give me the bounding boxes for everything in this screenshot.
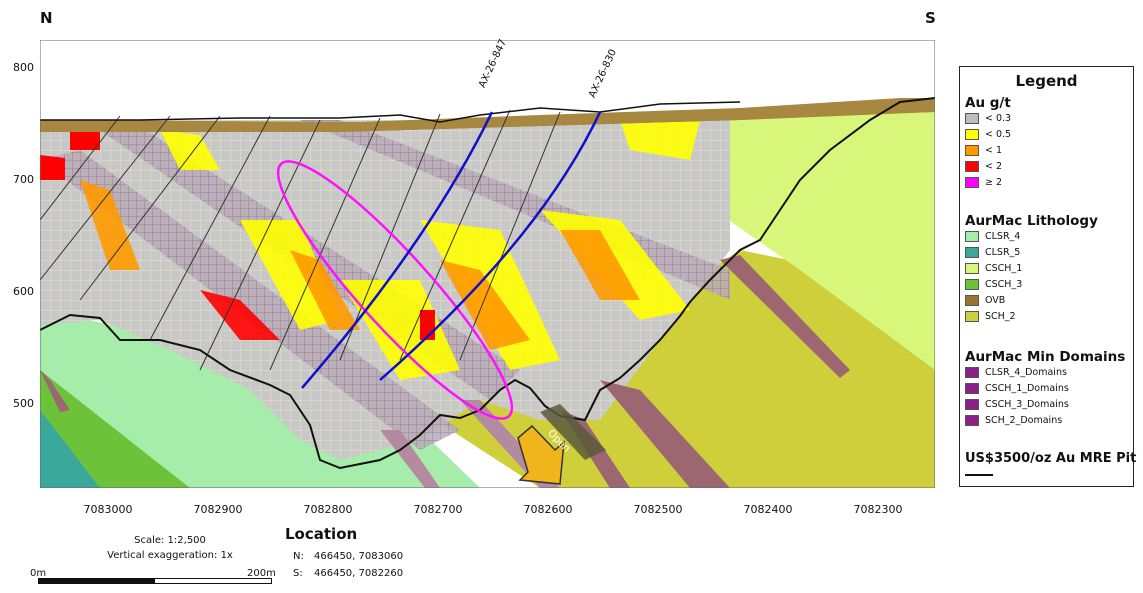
swatch-icon (965, 278, 979, 290)
legend-au-item: < 2 (965, 159, 1002, 173)
swatch-icon (965, 246, 979, 258)
x-tick-2: 7082800 (303, 503, 353, 516)
legend-lith-item: CLSR_4 (965, 229, 1020, 243)
swatch-icon (965, 398, 979, 410)
y-tick-600: 600 (13, 285, 34, 298)
y-tick-800: 800 (13, 61, 34, 74)
location-s-value: 466450, 7082260 (314, 568, 404, 579)
legend-lith-item: CLSR_5 (965, 245, 1020, 259)
swatch-icon (965, 414, 979, 426)
location-n-label: N: (293, 551, 304, 562)
legend-min-item: CSCH_3_Domains (965, 397, 1069, 411)
swatch-icon (965, 160, 979, 172)
swatch-icon (965, 382, 979, 394)
legend-title: Legend (1015, 72, 1078, 90)
legend-min-item: CSCH_1_Domains (965, 381, 1069, 395)
legend-au-section: Au g/t (965, 95, 1011, 111)
north-label: N (40, 9, 53, 27)
legend-lith-item: CSCH_3 (965, 277, 1022, 291)
legend-lith-item: SCH_2 (965, 309, 1016, 323)
legend-au-item: < 0.3 (965, 111, 1011, 125)
y-tick-500: 500 (13, 397, 34, 410)
cross-section-map (40, 40, 935, 488)
swatch-icon (965, 262, 979, 274)
legend-min-item: SCH_2_Domains (965, 413, 1062, 427)
x-tick-6: 7082400 (743, 503, 793, 516)
swatch-icon (965, 230, 979, 242)
legend-min-section: AurMac Min Domains (965, 349, 1126, 365)
swatch-icon (965, 176, 979, 188)
swatch-icon (965, 294, 979, 306)
swatch-icon (965, 128, 979, 140)
legend-lith-section: AurMac Lithology (965, 213, 1098, 229)
scale-text: Scale: 1:2,500 (134, 535, 206, 546)
legend-au-item: ≥ 2 (965, 175, 1002, 189)
x-tick-7: 7082300 (853, 503, 903, 516)
swatch-icon (965, 310, 979, 322)
x-tick-0: 7083000 (83, 503, 133, 516)
swatch-icon (965, 366, 979, 378)
legend-min-item: CLSR_4_Domains (965, 365, 1067, 379)
x-tick-5: 7082500 (633, 503, 683, 516)
scale-bar (38, 578, 272, 584)
location-title: Location (285, 525, 358, 543)
swatch-icon (965, 144, 979, 156)
x-tick-1: 7082900 (193, 503, 243, 516)
south-label: S (925, 9, 936, 27)
location-n-value: 466450, 7083060 (314, 551, 404, 562)
swatch-icon (965, 112, 979, 124)
x-tick-3: 7082700 (413, 503, 463, 516)
pit-line-icon (965, 474, 993, 476)
location-s-label: S: (293, 568, 303, 579)
legend-au-item: < 1 (965, 143, 1002, 157)
legend-au-item: < 0.5 (965, 127, 1011, 141)
legend-pit-label: US$3500/oz Au MRE Pit (965, 451, 1137, 466)
legend-lith-item: CSCH_1 (965, 261, 1022, 275)
y-tick-700: 700 (13, 173, 34, 186)
legend-panel: Legend Au g/t < 0.3 < 0.5 < 1 < 2 ≥ 2 Au… (959, 66, 1137, 487)
vertical-exaggeration: Vertical exaggeration: 1x (107, 550, 233, 561)
legend-lith-item: OVB (965, 293, 1005, 307)
x-tick-4: 7082600 (523, 503, 573, 516)
